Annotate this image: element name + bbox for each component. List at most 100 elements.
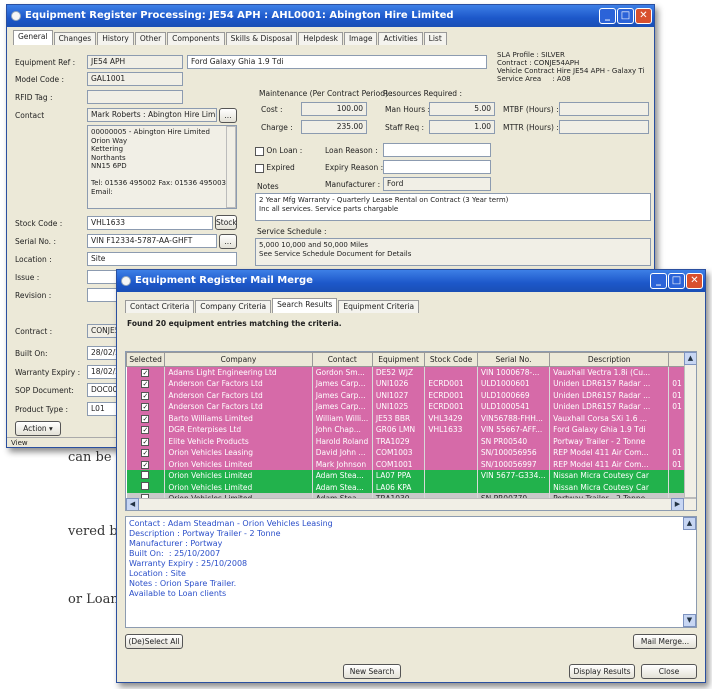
- row-select-checkbox[interactable]: ✓: [141, 391, 150, 400]
- tab-image[interactable]: Image: [343, 32, 378, 45]
- table-row[interactable]: Orion Vehicles Limited Adam Stea... LA07 P…: [126, 470, 686, 482]
- row-select-checkbox[interactable]: ✓: [141, 414, 150, 423]
- grid-scroll-left-icon[interactable]: ◀: [126, 498, 139, 510]
- tab-general[interactable]: General: [13, 30, 53, 45]
- charge-field[interactable]: 235.00: [301, 120, 367, 134]
- service-schedule-box[interactable]: 5,000 10,000 and 50,000 Miles See Servic…: [255, 238, 651, 266]
- expired-option[interactable]: Expired: [255, 163, 295, 173]
- tab-helpdesk[interactable]: Helpdesk: [298, 32, 343, 45]
- deselect-all-button[interactable]: (De)Select All: [125, 634, 183, 649]
- tab-activities[interactable]: Activities: [378, 32, 423, 45]
- merge-close-button[interactable]: ✕: [686, 273, 703, 289]
- model-code-field[interactable]: GAL1001: [87, 72, 183, 86]
- display-results-button[interactable]: Display Results: [569, 664, 635, 679]
- serial-no-field[interactable]: VIN F12334-5787-AA-GHFT: [87, 234, 217, 248]
- tab-components[interactable]: Components: [167, 32, 225, 45]
- col-equipment[interactable]: Equipment: [371, 352, 426, 367]
- close-merge-button[interactable]: Close: [641, 664, 697, 679]
- detail-scroll-up-icon[interactable]: ▲: [683, 517, 696, 530]
- grid-horizontal-scrollbar[interactable]: [126, 498, 696, 510]
- maximize-button[interactable]: □: [617, 8, 634, 24]
- table-row[interactable]: ✓ Elite Vehicle Products Harold Roland TRA1…: [126, 435, 686, 447]
- contact-address: 00000005 - Abington Hire Limited Orion W…: [87, 125, 237, 209]
- row-select-checkbox[interactable]: ✓: [141, 426, 150, 435]
- equipment-ref-field[interactable]: JE54 APH: [87, 55, 183, 69]
- grid-scroll-up-icon[interactable]: ▲: [684, 352, 696, 365]
- rfid-field[interactable]: [87, 90, 183, 104]
- col-contact[interactable]: Contact: [311, 352, 373, 367]
- col-stock-code[interactable]: Stock Code: [424, 352, 478, 367]
- warranty-expiry-label: Warranty Expiry :: [15, 368, 81, 377]
- stock-code-field[interactable]: VHL1633: [87, 216, 213, 230]
- tab-contact-criteria[interactable]: Contact Criteria: [125, 300, 195, 313]
- serial-lookup-button[interactable]: ...: [219, 234, 237, 249]
- notes-box[interactable]: 2 Year Mfg Warranty - Quarterly Lease Re…: [255, 193, 651, 221]
- row-extra-cell: [668, 481, 686, 493]
- tab-other[interactable]: Other: [134, 32, 167, 45]
- col-selected[interactable]: Selected: [126, 352, 166, 367]
- tab-search-results[interactable]: Search Results: [272, 298, 338, 313]
- tab-list[interactable]: List: [423, 32, 447, 45]
- col-serial-no[interactable]: Serial No.: [476, 352, 551, 367]
- man-hours-field[interactable]: 5.00: [429, 102, 495, 116]
- table-row[interactable]: ✓ Orion Vehicles Limited Mark Johnson COM10…: [126, 458, 686, 470]
- new-search-button[interactable]: New Search: [343, 664, 401, 679]
- manufacturer-field[interactable]: Ford: [383, 177, 491, 191]
- loan-reason-field[interactable]: [383, 143, 491, 157]
- contact-field[interactable]: Mark Roberts : Abington Hire Limited: [87, 108, 217, 122]
- detail-scroll-down-icon[interactable]: ▼: [683, 614, 696, 627]
- tab-changes[interactable]: Changes: [53, 32, 97, 45]
- minimize-button[interactable]: _: [599, 8, 616, 24]
- row-select-checkbox[interactable]: ✓: [141, 369, 150, 377]
- on-loan-checkbox[interactable]: [255, 146, 264, 156]
- row-select-checkbox[interactable]: ✓: [141, 460, 150, 469]
- row-company-cell: Orion Vehicles Limited: [164, 458, 313, 470]
- staff-req-field[interactable]: 1.00: [429, 120, 495, 134]
- tab-history[interactable]: History: [97, 32, 134, 45]
- location-field[interactable]: Site: [87, 252, 237, 266]
- row-select-checkbox[interactable]: ✓: [141, 380, 150, 389]
- stock-code-label: Stock Code :: [15, 219, 63, 228]
- row-stock-cell: ECRD001: [424, 378, 478, 390]
- action-button[interactable]: Action ▾: [15, 421, 61, 436]
- row-selected-cell: ✓: [126, 389, 166, 401]
- table-row[interactable]: ✓ Anderson Car Factors Ltd James Carp... UN…: [126, 401, 686, 413]
- tab-company-criteria[interactable]: Company Criteria: [195, 300, 272, 313]
- on-loan-option[interactable]: On Loan :: [255, 146, 302, 156]
- row-equipment-cell: UNI1027: [372, 389, 426, 401]
- tab-equipment-criteria[interactable]: Equipment Criteria: [338, 300, 420, 313]
- row-select-checkbox[interactable]: ✓: [141, 437, 150, 446]
- col-description[interactable]: Description: [549, 352, 670, 367]
- contact-lookup-button[interactable]: ...: [219, 108, 237, 123]
- address-scrollbar[interactable]: [226, 126, 236, 208]
- grid-vertical-scrollbar[interactable]: [684, 352, 696, 498]
- description-field[interactable]: Ford Galaxy Ghia 1.9 Tdi: [187, 55, 487, 69]
- mtbf-field[interactable]: [559, 102, 649, 116]
- merge-minimize-button[interactable]: _: [650, 273, 667, 289]
- mail-merge-button[interactable]: Mail Merge...: [633, 634, 697, 649]
- stock-button[interactable]: Stock: [215, 215, 237, 230]
- table-row[interactable]: ✓ Adams Light Engineering Ltd Gordon Sm...…: [126, 366, 686, 378]
- table-row[interactable]: Orion Vehicles Limited Adam Stea... LA06 K…: [126, 481, 686, 493]
- table-row[interactable]: ✓ Orion Vehicles Leasing David John ... COM…: [126, 447, 686, 459]
- main-window-title: Equipment Register Processing: JE54 APH …: [25, 10, 454, 21]
- grid-scroll-right-icon[interactable]: ▶: [671, 498, 684, 510]
- row-select-checkbox[interactable]: ✓: [141, 403, 150, 412]
- table-row[interactable]: ✓ DGR Enterpises Ltd John Chap... GR06 LMN V…: [126, 424, 686, 436]
- row-select-checkbox[interactable]: [141, 482, 150, 491]
- close-button[interactable]: ✕: [635, 8, 652, 24]
- expiry-reason-field[interactable]: [383, 160, 491, 174]
- tab-skills-disposal[interactable]: Skills & Disposal: [225, 32, 298, 45]
- sop-document-label: SOP Document:: [15, 386, 74, 395]
- table-row[interactable]: ✓ Anderson Car Factors Ltd James Carp... UN…: [126, 378, 686, 390]
- merge-maximize-button[interactable]: □: [668, 273, 685, 289]
- cost-field[interactable]: 100.00: [301, 102, 367, 116]
- row-select-checkbox[interactable]: ✓: [141, 449, 150, 458]
- col-company[interactable]: Company: [164, 352, 313, 367]
- table-row[interactable]: ✓ Barto Williams Limited William Willi... J…: [126, 412, 686, 424]
- table-row[interactable]: ✓ Anderson Car Factors Ltd James Carp... UN…: [126, 389, 686, 401]
- col-extra[interactable]: [668, 352, 686, 367]
- row-select-checkbox[interactable]: [141, 470, 150, 479]
- mttr-field[interactable]: [559, 120, 649, 134]
- expired-checkbox[interactable]: [255, 163, 264, 173]
